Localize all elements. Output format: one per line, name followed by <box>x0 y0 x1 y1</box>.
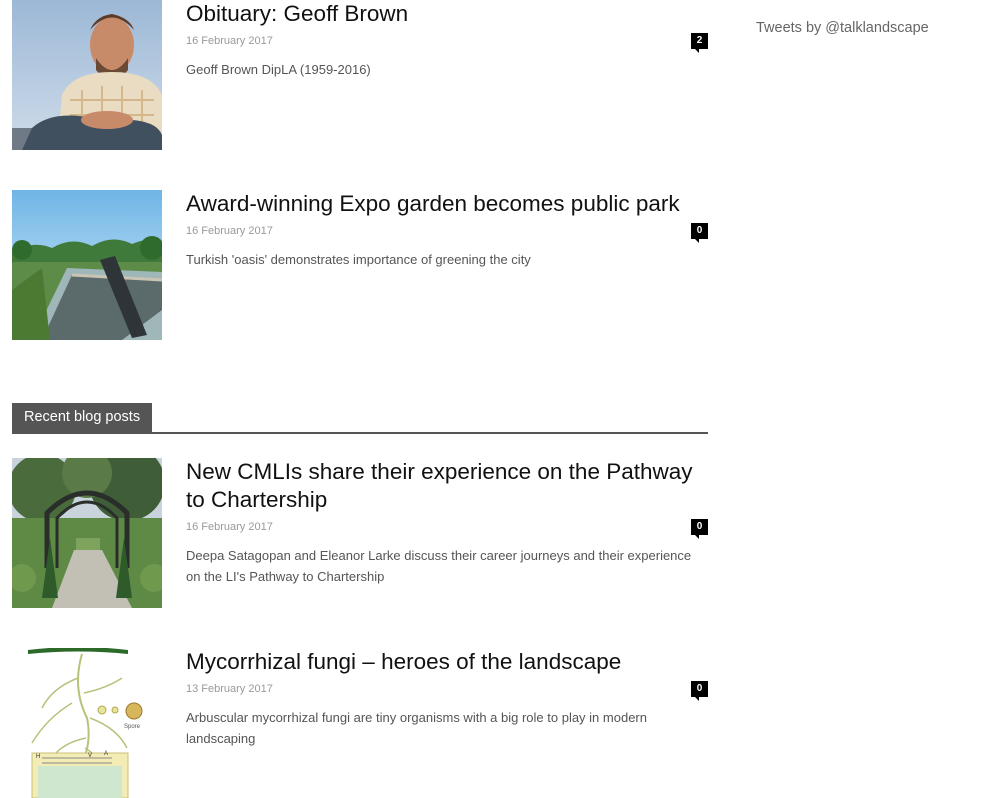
main-column: Obituary: Geoff Brown 16 February 2017 2… <box>0 0 720 798</box>
blog-post-thumbnail[interactable] <box>12 458 162 608</box>
article-excerpt: Turkish 'oasis' demonstrates importance … <box>186 252 531 267</box>
blog-post-title[interactable]: New CMLIs share their experience on the … <box>186 458 708 514</box>
comment-count-badge[interactable]: 2 <box>691 33 708 53</box>
blog-post-thumbnail[interactable]: Spore H V A <box>12 648 162 798</box>
comment-count-badge[interactable]: 0 <box>691 681 708 701</box>
diagram-label-h: H <box>36 754 40 760</box>
article-date: 16 February 2017 <box>186 35 273 47</box>
blog-post-title[interactable]: Mycorrhizal fungi – heroes of the landsc… <box>186 648 708 676</box>
recent-blog-posts-heading: Recent blog posts <box>12 403 708 434</box>
diagram-label-a: A <box>104 751 108 757</box>
article-date: 16 February 2017 <box>186 225 273 237</box>
blog-post-date: 13 February 2017 <box>186 683 273 695</box>
blog-post-excerpt: Deepa Satagopan and Eleanor Larke discus… <box>186 548 692 584</box>
article-title[interactable]: Award-winning Expo garden becomes public… <box>186 190 708 218</box>
section-label: Recent blog posts <box>12 403 153 432</box>
article-thumbnail[interactable] <box>12 0 162 150</box>
comment-count-badge[interactable]: 0 <box>691 223 708 243</box>
arch-garden-photo-icon <box>12 458 162 608</box>
spore-label: Spore <box>124 724 141 730</box>
article-title[interactable]: Obituary: Geoff Brown <box>186 0 708 28</box>
article-thumbnail[interactable] <box>12 190 162 340</box>
comment-count-badge[interactable]: 0 <box>691 519 708 539</box>
fungi-diagram-icon: Spore H V A <box>12 648 162 798</box>
portrait-photo-icon <box>12 0 162 150</box>
garden-photo-icon <box>12 190 162 340</box>
article-excerpt: Geoff Brown DipLA (1959-2016) <box>186 62 371 77</box>
blog-post-date: 16 February 2017 <box>186 521 273 533</box>
diagram-label-v: V <box>88 753 92 759</box>
twitter-timeline-link[interactable]: Tweets by @talklandscape <box>756 20 929 36</box>
blog-post-excerpt: Arbuscular mycorrhizal fungi are tiny or… <box>186 710 647 746</box>
